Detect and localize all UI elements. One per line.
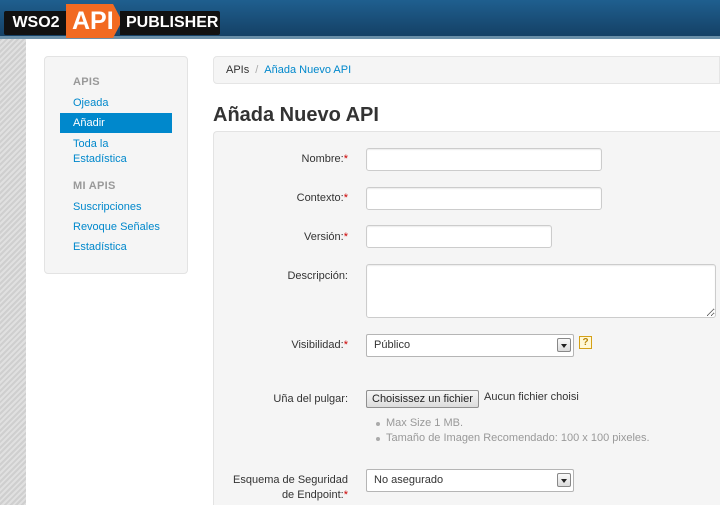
breadcrumb-home[interactable]: APIs <box>226 64 249 76</box>
visibility-selected-value: Público <box>374 339 411 351</box>
description-label: Descripción: <box>287 270 348 282</box>
required-mark: * <box>343 339 348 351</box>
choose-file-button[interactable]: Choisissez un fichier <box>366 390 479 408</box>
endpoint-security-label-line2: de Endpoint:* <box>281 489 348 501</box>
required-mark: * <box>343 231 348 243</box>
breadcrumb: APIs / Añada Nuevo API <box>213 56 720 84</box>
page-title: Añada Nuevo API <box>213 104 379 126</box>
version-label: Versión:* <box>303 231 348 243</box>
thumbnail-label: Uña del pulgar: <box>273 393 348 405</box>
hint-recommended-size: Tamaño de Imagen Recomendado: 100 x 100 … <box>374 431 650 446</box>
nav-header-apis: APIS <box>73 76 100 88</box>
sidebar: APIS Ojeada Añadir Toda la Estadística M… <box>44 56 188 274</box>
add-api-form: Nombre:* Contexto:* Versión:* Descripció… <box>213 131 720 505</box>
nav-item-add[interactable]: Añadir <box>60 113 172 133</box>
description-textarea[interactable] <box>366 264 716 318</box>
endpoint-security-select[interactable]: No asegurado <box>366 469 574 492</box>
context-input[interactable] <box>366 187 602 210</box>
breadcrumb-current[interactable]: Añada Nuevo API <box>264 64 351 76</box>
name-input[interactable] <box>366 148 602 171</box>
required-mark: * <box>343 192 348 204</box>
logo-wso2[interactable]: WSO2 <box>4 11 68 35</box>
help-icon[interactable]: ? <box>579 336 592 349</box>
nav-item-all-statistics-line1[interactable]: Toda la <box>73 137 108 152</box>
endpoint-security-label-line1: Esquema de Seguridad <box>233 474 348 486</box>
hint-max-size: Max Size 1 MB. <box>374 416 650 431</box>
endpoint-security-selected-value: No asegurado <box>374 474 444 486</box>
nav-header-my-apis: MI APIS <box>73 180 116 192</box>
thumbnail-hints: Max Size 1 MB. Tamaño de Imagen Recomend… <box>374 416 650 446</box>
nav-item-browse[interactable]: Ojeada <box>73 96 108 111</box>
required-mark: * <box>343 489 348 501</box>
logo-publisher[interactable]: PUBLISHER <box>120 11 220 35</box>
page-background-stripe <box>0 39 26 505</box>
name-label: Nombre:* <box>301 153 348 165</box>
nav-item-revoke-tokens[interactable]: Revoque Señales <box>73 220 160 235</box>
nav-item-statistics[interactable]: Estadística <box>73 240 127 255</box>
visibility-label: Visibilidad:* <box>291 339 348 351</box>
visibility-select[interactable]: Público <box>366 334 574 357</box>
breadcrumb-separator: / <box>255 64 259 76</box>
required-mark: * <box>343 153 348 165</box>
file-status-text: Aucun fichier choisi <box>484 391 579 403</box>
logo-api[interactable]: API <box>66 4 122 38</box>
context-label: Contexto:* <box>296 192 348 204</box>
chevron-down-icon[interactable] <box>557 338 571 352</box>
nav-item-subscriptions[interactable]: Suscripciones <box>73 200 141 215</box>
chevron-down-icon[interactable] <box>557 473 571 487</box>
version-input[interactable] <box>366 225 552 248</box>
nav-item-all-statistics-line2[interactable]: Estadística <box>73 152 127 167</box>
